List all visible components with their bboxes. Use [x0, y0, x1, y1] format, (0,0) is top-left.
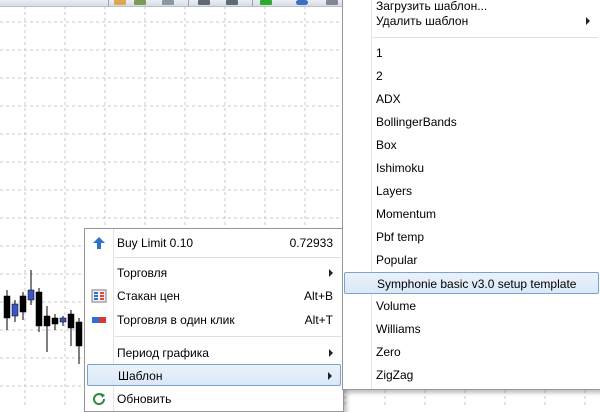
menu-item-label: Обновить	[117, 392, 172, 406]
candle-body	[35, 291, 43, 327]
template-item-label: Symphonie basic v3.0 setup template	[377, 277, 577, 291]
template-item[interactable]: 1	[343, 42, 600, 64]
chart-context-menu: Buy Limit 0.10 0.72933 Торговля Стакан ц…	[84, 228, 344, 412]
menu-item-label: Период графика	[117, 346, 209, 360]
menu-item-refresh[interactable]: Обновить	[85, 388, 343, 410]
menu-item-buy-limit[interactable]: Buy Limit 0.10 0.72933	[85, 232, 343, 254]
template-item[interactable]: Momentum	[343, 203, 600, 225]
template-item-label: 1	[376, 46, 383, 60]
menu-separator	[115, 257, 341, 258]
menu-item-price: 0.72933	[289, 236, 333, 250]
template-item-label: ADX	[376, 92, 401, 106]
periods-icon[interactable]	[296, 0, 308, 5]
chart-icon[interactable]	[134, 0, 146, 5]
candle-body	[19, 295, 27, 313]
menu-item-shortcut: Alt+T	[304, 313, 333, 327]
template-item-label: Popular	[376, 253, 418, 267]
template-item[interactable]: Ishimoku	[343, 157, 600, 179]
buy-limit-arrow-icon	[91, 235, 107, 251]
submenu-arrow-icon	[329, 349, 333, 357]
template-item[interactable]: Box	[343, 134, 600, 156]
template-item[interactable]: Popular	[343, 249, 600, 271]
menu-item-chart-period[interactable]: Период графика	[85, 342, 343, 364]
candle-body	[51, 317, 59, 325]
menu-item-label: Торговля	[117, 266, 168, 280]
depth-of-market-icon	[91, 288, 107, 304]
template-submenu: Загрузить шаблон... Удалить шаблон 1 2 A…	[342, 0, 600, 390]
menu-item-one-click-trading[interactable]: Торговля в один клик Alt+T	[85, 309, 343, 331]
template-item-label: Zero	[376, 345, 401, 359]
one-click-trading-icon	[91, 312, 107, 328]
template-item[interactable]: BollingerBands	[343, 111, 600, 133]
scroll-left-icon[interactable]	[198, 0, 210, 5]
candle-body	[27, 289, 35, 301]
submenu-arrow-icon	[586, 17, 590, 25]
template-item-label: BollingerBands	[376, 115, 457, 129]
toolbar-separator	[188, 0, 189, 6]
menu-item-depth-of-market[interactable]: Стакан цен Alt+B	[85, 285, 343, 307]
menu-item-delete-template[interactable]: Удалить шаблон	[343, 10, 600, 32]
scroll-right-icon[interactable]	[226, 0, 238, 5]
template-item[interactable]: ADX	[343, 88, 600, 110]
template-item[interactable]: Volume	[343, 295, 600, 317]
template-item[interactable]: Pbf temp	[343, 226, 600, 248]
template-item-label: 2	[376, 69, 383, 83]
template-item-label: Volume	[376, 299, 417, 313]
menu-item-label: Шаблон	[118, 369, 163, 383]
candle-body	[3, 295, 11, 319]
menu-item-trading[interactable]: Торговля	[85, 262, 343, 284]
template-item-label: Layers	[376, 184, 413, 198]
template-icon[interactable]	[326, 0, 338, 5]
template-item[interactable]: ZigZag	[343, 364, 600, 386]
menu-separator	[373, 37, 598, 38]
template-item-label: Ishimoku	[376, 161, 425, 175]
template-item[interactable]: Layers	[343, 180, 600, 202]
menu-item-label: Buy Limit 0.10	[117, 236, 194, 250]
template-item[interactable]: 2	[343, 65, 600, 87]
template-item-label: ZigZag	[376, 368, 414, 382]
candle-body	[43, 315, 51, 327]
menu-item-template[interactable]: Шаблон	[87, 364, 341, 386]
submenu-arrow-icon	[329, 269, 333, 277]
menu-separator	[115, 336, 341, 337]
submenu-arrow-icon	[328, 372, 332, 380]
candle-body	[67, 313, 75, 329]
toolbar	[0, 0, 345, 7]
menu-item-shortcut: Alt+B	[303, 289, 333, 303]
menu-item-label: Удалить шаблон	[376, 14, 469, 28]
template-item[interactable]: Williams	[343, 318, 600, 340]
candle-body	[59, 317, 67, 323]
template-item-highlighted[interactable]: Symphonie basic v3.0 setup template	[344, 272, 599, 294]
menu-item-label: Стакан цен	[117, 289, 180, 303]
template-item-label: Box	[376, 138, 397, 152]
candle-body	[75, 321, 83, 347]
template-item-label: Momentum	[376, 207, 437, 221]
add-indicator-icon[interactable]	[260, 0, 272, 5]
template-item-label: Williams	[376, 322, 421, 336]
menu-item-label: Торговля в один клик	[117, 313, 235, 327]
candle-body	[11, 303, 19, 317]
toolbar-separator	[108, 0, 109, 6]
zoom-icon[interactable]	[162, 0, 174, 5]
template-item-label: Pbf temp	[376, 230, 425, 244]
template-item[interactable]: Zero	[343, 341, 600, 363]
pencil-icon[interactable]	[114, 0, 126, 5]
toolbar-separator	[252, 0, 253, 6]
